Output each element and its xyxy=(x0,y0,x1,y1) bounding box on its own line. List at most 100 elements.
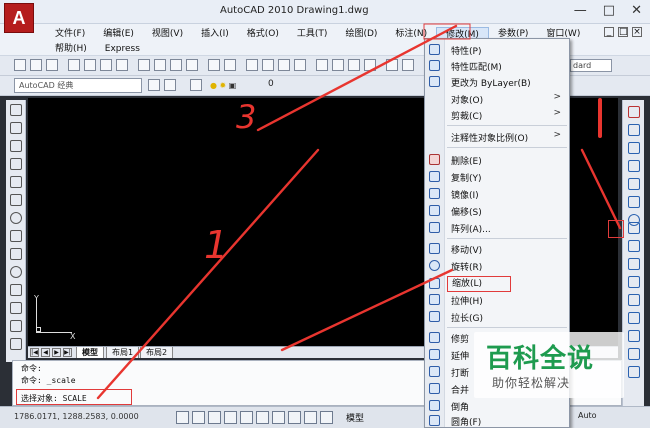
move-tb-icon[interactable] xyxy=(628,196,640,208)
array-tb-icon[interactable] xyxy=(628,178,640,190)
menu-item-properties[interactable]: 特性(P) xyxy=(425,42,569,58)
menu-item-rotate[interactable]: 旋转(R) xyxy=(425,258,569,274)
plot-preview-icon[interactable] xyxy=(84,59,96,71)
undo-icon[interactable] xyxy=(208,59,220,71)
menu-tools[interactable]: 工具(T) xyxy=(288,27,337,43)
menu-item-copy[interactable]: 复制(Y) xyxy=(425,169,569,185)
tab-prev-button[interactable]: ◀ xyxy=(41,348,50,357)
circle-icon[interactable] xyxy=(10,212,22,224)
fillet-tb-icon[interactable] xyxy=(628,348,640,360)
dyn-icon[interactable] xyxy=(288,411,301,424)
doc-close-icon[interactable]: × xyxy=(632,27,642,37)
properties-tb-icon[interactable] xyxy=(316,59,328,71)
snap-icon[interactable] xyxy=(176,411,189,424)
tab-next-button[interactable]: ▶ xyxy=(52,348,61,357)
menu-item-mirror[interactable]: 镜像(I) xyxy=(425,186,569,202)
mirror-tb-icon[interactable] xyxy=(628,142,640,154)
menu-express[interactable]: Express xyxy=(96,42,149,56)
menu-item-bylayer[interactable]: 更改为 ByLayer(B) xyxy=(425,74,569,90)
markup-icon[interactable] xyxy=(386,59,398,71)
plot-icon[interactable] xyxy=(68,59,80,71)
menu-item-object[interactable]: 对象(O) > xyxy=(425,91,569,107)
doc-minimize-icon[interactable]: _ xyxy=(604,27,614,37)
ortho-icon[interactable] xyxy=(208,411,221,424)
maximize-icon[interactable]: □ xyxy=(603,3,615,18)
zoom-window-icon[interactable] xyxy=(278,59,290,71)
menu-item-offset[interactable]: 偏移(S) xyxy=(425,203,569,219)
workspace-save-icon[interactable] xyxy=(164,79,176,91)
polyline-icon[interactable] xyxy=(10,140,22,152)
menu-edit[interactable]: 编辑(E) xyxy=(94,27,143,43)
model-space-button[interactable]: 模型 xyxy=(346,411,364,424)
polygon-icon[interactable] xyxy=(10,158,22,170)
tab-last-button[interactable]: ▶| xyxy=(63,348,72,357)
menu-item-erase[interactable]: 删除(E) xyxy=(425,152,569,168)
polar-icon[interactable] xyxy=(224,411,237,424)
stretch-tb-icon[interactable] xyxy=(628,240,640,252)
layer-manager-icon[interactable] xyxy=(190,79,202,91)
menu-item-lengthen[interactable]: 拉长(G) xyxy=(425,309,569,325)
tab-first-button[interactable]: |◀ xyxy=(30,348,39,357)
match-prop-icon[interactable] xyxy=(186,59,198,71)
otrack-icon[interactable] xyxy=(256,411,269,424)
menu-help[interactable]: 帮助(H) xyxy=(46,42,96,56)
new-file-icon[interactable] xyxy=(14,59,26,71)
ducs-icon[interactable] xyxy=(272,411,285,424)
current-layer-value[interactable]: 0 xyxy=(268,79,274,89)
layer-state-icons[interactable]: ● ✹ ▣ xyxy=(210,78,250,93)
menu-item-chamfer[interactable]: 倒角 xyxy=(425,398,569,414)
minimize-icon[interactable]: — xyxy=(574,3,587,18)
extend-tb-icon[interactable] xyxy=(628,276,640,288)
copy-clip-icon[interactable] xyxy=(154,59,166,71)
close-icon[interactable]: ✕ xyxy=(631,3,642,18)
paste-icon[interactable] xyxy=(170,59,182,71)
menu-view[interactable]: 视图(V) xyxy=(143,27,192,43)
tab-layout2[interactable]: 布局2 xyxy=(140,347,174,358)
ellipse-arc-icon[interactable] xyxy=(10,284,22,296)
trim-tb-icon[interactable] xyxy=(628,258,640,270)
explode-tb-icon[interactable] xyxy=(628,366,640,378)
menu-insert[interactable]: 插入(I) xyxy=(192,27,238,43)
menu-item-annotative-scale[interactable]: 注释性对象比例(O) > xyxy=(425,129,569,145)
sheet-set-icon[interactable] xyxy=(364,59,376,71)
quick-properties-icon[interactable] xyxy=(320,411,333,424)
offset-tb-icon[interactable] xyxy=(628,160,640,172)
publish-icon[interactable] xyxy=(100,59,112,71)
join-tb-icon[interactable] xyxy=(628,312,640,324)
insert-block-icon[interactable] xyxy=(10,302,22,314)
auto-scale-button[interactable]: Auto xyxy=(578,411,597,420)
line-icon[interactable] xyxy=(10,104,22,116)
menu-file[interactable]: 文件(F) xyxy=(46,27,94,43)
tab-layout1[interactable]: 布局1 xyxy=(106,347,140,358)
spline-icon[interactable] xyxy=(10,248,22,260)
menu-format[interactable]: 格式(O) xyxy=(238,27,288,43)
quickcalc-icon[interactable] xyxy=(402,59,414,71)
osnap-icon[interactable] xyxy=(240,411,253,424)
copy-tb-icon[interactable] xyxy=(628,124,640,136)
menu-item-match-properties[interactable]: 特性匹配(M) xyxy=(425,58,569,74)
menu-item-fillet[interactable]: 圆角(F) xyxy=(425,413,569,427)
menu-item-scale[interactable]: 缩放(L) xyxy=(425,276,569,292)
menu-item-move[interactable]: 移动(V) xyxy=(425,241,569,257)
save-icon[interactable] xyxy=(46,59,58,71)
autocad-logo-icon[interactable]: A xyxy=(4,3,34,33)
menu-item-stretch[interactable]: 拉伸(H) xyxy=(425,292,569,308)
arc-icon[interactable] xyxy=(10,194,22,206)
design-center-icon[interactable] xyxy=(332,59,344,71)
revision-cloud-icon[interactable] xyxy=(10,230,22,242)
menu-item-array[interactable]: 阵列(A)... xyxy=(425,220,569,236)
workspace-combo[interactable]: AutoCAD 经典 xyxy=(14,78,142,93)
open-file-icon[interactable] xyxy=(30,59,42,71)
erase-tb-icon[interactable] xyxy=(628,106,640,118)
dim-style-combo[interactable]: dard xyxy=(570,59,612,72)
menu-draw[interactable]: 绘图(D) xyxy=(336,27,386,43)
zoom-previous-icon[interactable] xyxy=(294,59,306,71)
grid-icon[interactable] xyxy=(192,411,205,424)
pan-icon[interactable] xyxy=(246,59,258,71)
tool-palettes-icon[interactable] xyxy=(348,59,360,71)
point-icon[interactable] xyxy=(10,320,22,332)
doc-restore-icon[interactable]: □ xyxy=(618,27,628,37)
workspace-settings-icon[interactable] xyxy=(148,79,160,91)
chamfer-tb-icon[interactable] xyxy=(628,330,640,342)
construction-line-icon[interactable] xyxy=(10,122,22,134)
